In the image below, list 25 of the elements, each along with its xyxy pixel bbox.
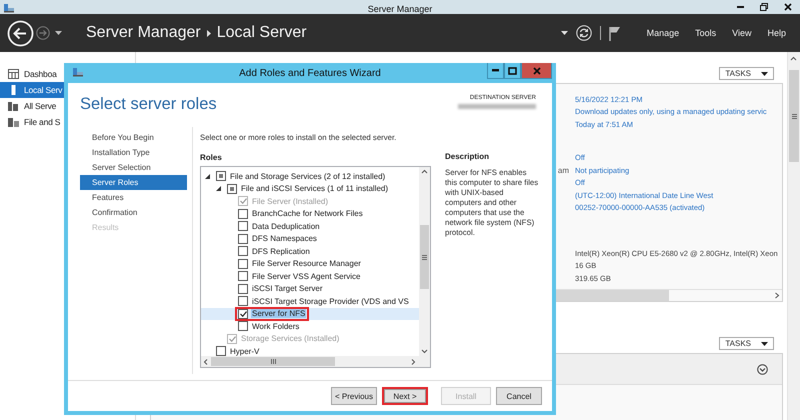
role-label: Data Deduplication <box>251 222 321 231</box>
role-label: iSCSI Target Server <box>251 284 324 294</box>
role-label: DFS Namespaces <box>251 234 318 244</box>
role-label: File Server Resource Manager <box>251 259 362 268</box>
role-label: File Server VSS Agent Service <box>251 272 362 281</box>
wizard-title: Add Roles and Features Wizard <box>239 68 381 78</box>
sidebar-item-label: File and S <box>24 117 60 127</box>
description-label: Description <box>445 152 490 161</box>
role-label: File and Storage Services (2 of 12 installed) <box>229 172 386 181</box>
window-title: Server Manager <box>368 4 432 14</box>
role-label: Server for NFS <box>251 309 306 318</box>
role-label: File Server (Installed) <box>251 196 330 206</box>
sidebar-item-label: All Serve <box>24 101 56 111</box>
role-label: Storage Services (Installed) <box>240 334 340 344</box>
role-label: DFS Replication <box>251 246 311 256</box>
roles-label: Roles <box>200 153 223 162</box>
role-label: BranchCache for Network Files <box>251 209 364 218</box>
sidebar-item-label: Dashboa <box>24 69 57 79</box>
page-heading: Select server roles <box>80 95 217 115</box>
role-label: File and iSCSI Services (1 of 11 installed) <box>240 184 390 194</box>
role-label: Hyper-V <box>229 346 260 356</box>
sidebar-item-label: Local Serv <box>24 85 62 95</box>
role-label: iSCSI Target Storage Provider (VDS and VS <box>251 296 410 306</box>
property-label: am <box>558 166 569 175</box>
role-label: Work Folders <box>251 322 300 331</box>
